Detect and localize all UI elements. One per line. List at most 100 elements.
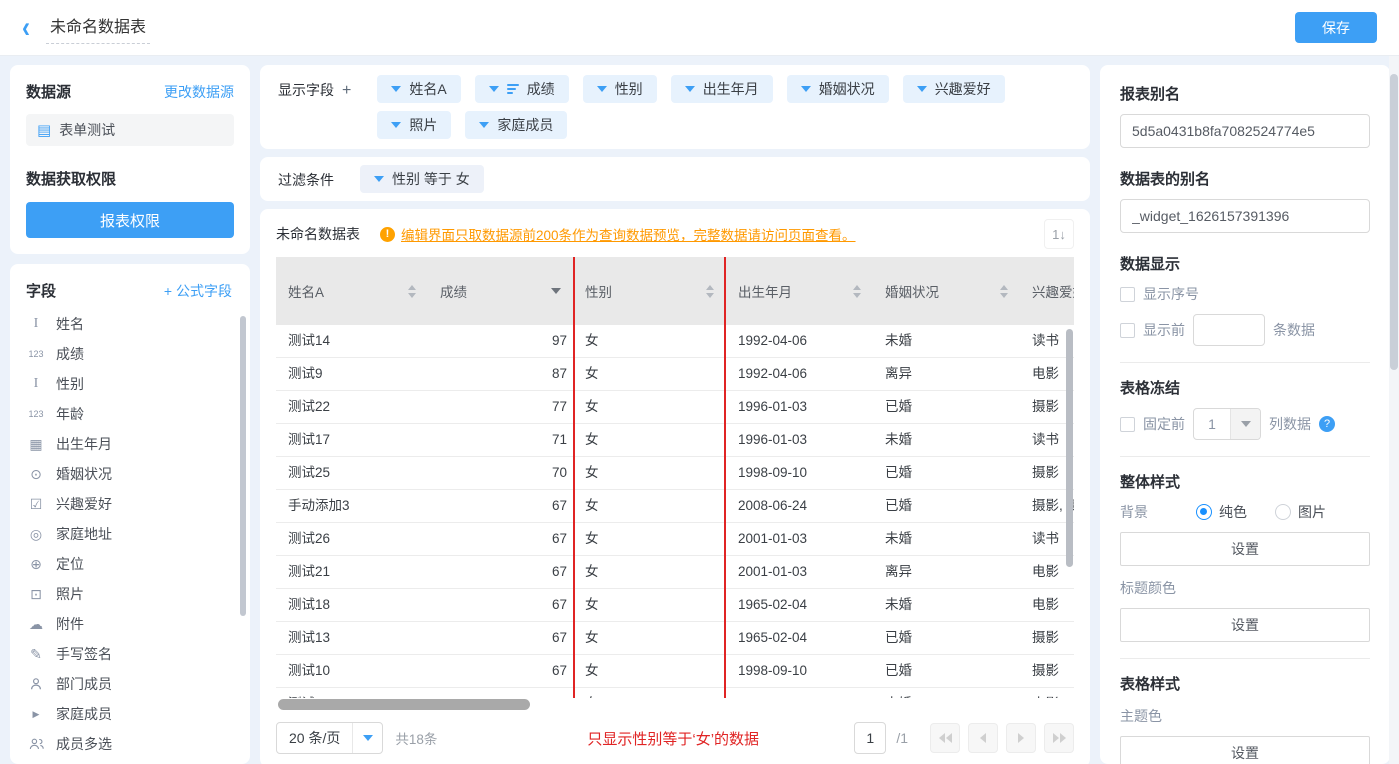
report-alias-input[interactable]: [1120, 114, 1370, 148]
back-icon[interactable]: ‹: [22, 13, 30, 43]
background-set-button[interactable]: 设置: [1120, 532, 1370, 566]
filter-label: 过滤条件: [278, 165, 334, 193]
radio-checked-icon[interactable]: [1196, 504, 1212, 520]
field-item[interactable]: I性别: [26, 369, 238, 399]
fields-title: 字段: [26, 280, 56, 301]
save-button[interactable]: 保存: [1295, 12, 1377, 43]
scrollbar-thumb[interactable]: [1390, 74, 1398, 370]
field-item[interactable]: ☑兴趣爱好: [26, 489, 238, 519]
chevron-down-icon: [391, 86, 401, 92]
permission-title: 数据获取权限: [26, 168, 234, 189]
column-header[interactable]: 姓名A: [276, 257, 428, 325]
table-cell: 离异: [873, 556, 1020, 588]
show-first-row: 显示前 条数据: [1120, 314, 1370, 346]
display-field-tag[interactable]: 性别: [583, 75, 657, 103]
field-item[interactable]: 123成绩: [26, 339, 238, 369]
field-item[interactable]: 部门成员: [26, 669, 238, 699]
scrollbar-thumb[interactable]: [278, 699, 530, 710]
window-scrollbar[interactable]: [1389, 56, 1399, 764]
column-header[interactable]: 出生年月: [726, 257, 873, 325]
table-cell: 女: [573, 589, 726, 621]
report-permission-button[interactable]: 报表权限: [26, 202, 234, 238]
help-icon[interactable]: ?: [1319, 416, 1335, 432]
chevron-down-icon: [801, 86, 811, 92]
next-page-button[interactable]: [1006, 723, 1036, 753]
table-cell: 女: [573, 490, 726, 522]
page-title[interactable]: 未命名数据表: [46, 11, 150, 44]
image-option[interactable]: 图片: [1275, 502, 1326, 522]
column-header[interactable]: 成绩: [428, 257, 573, 325]
display-field-tag[interactable]: 家庭成员: [465, 111, 567, 139]
field-item[interactable]: ✎手写签名: [26, 639, 238, 669]
display-field-tag[interactable]: 成绩: [475, 75, 569, 103]
field-item[interactable]: ◎家庭地址: [26, 519, 238, 549]
change-datasource-link[interactable]: 更改数据源: [164, 82, 234, 102]
field-item[interactable]: ⊡照片: [26, 579, 238, 609]
fields-list: I姓名123成绩I性别123年龄▦出生年月⊙婚姻状况☑兴趣爱好◎家庭地址⊕定位⊡…: [26, 309, 238, 759]
table-cell: 测试18: [276, 589, 428, 621]
table-cell: 摄影: [1020, 622, 1074, 654]
solid-color-option[interactable]: 纯色: [1196, 502, 1247, 522]
field-item[interactable]: ⊙婚姻状况: [26, 459, 238, 489]
field-item[interactable]: ☁附件: [26, 609, 238, 639]
add-display-field-button[interactable]: +: [342, 82, 351, 99]
column-header[interactable]: 兴趣爱好: [1020, 257, 1074, 325]
show-index-checkbox[interactable]: [1120, 287, 1135, 302]
tag-label: 成绩: [527, 79, 555, 99]
title-color-set-button[interactable]: 设置: [1120, 608, 1370, 642]
column-header[interactable]: 性别: [573, 257, 726, 325]
add-formula-field-link[interactable]: + 公式字段: [164, 281, 232, 301]
row-order-button[interactable]: 1↓: [1044, 219, 1074, 249]
field-item[interactable]: ▶家庭成员: [26, 699, 238, 729]
table-row: 测试1067女1998-09-10已婚摄影: [276, 655, 1074, 688]
table-horizontal-scrollbar[interactable]: [276, 699, 1074, 711]
display-field-tag[interactable]: 出生年月: [671, 75, 773, 103]
display-field-tag[interactable]: 姓名A: [377, 75, 460, 103]
column-header[interactable]: 婚姻状况: [873, 257, 1020, 325]
current-page-input[interactable]: 1: [854, 722, 886, 754]
topbar: ‹ 未命名数据表 保存: [0, 0, 1399, 56]
sort-icon[interactable]: [1000, 285, 1008, 298]
table-row: 测试1867女1965-02-04未婚电影: [276, 589, 1074, 622]
table-cell: 1998-09-10: [726, 655, 873, 687]
radio-field-icon: ⊙: [26, 466, 46, 483]
prev-page-button[interactable]: [968, 723, 998, 753]
sort-descending-icon[interactable]: [551, 288, 561, 294]
sort-icon[interactable]: [408, 285, 416, 298]
sort-icon[interactable]: [853, 285, 861, 298]
table-cell: 2001-01-03: [726, 556, 873, 588]
filter-tag[interactable]: 性别 等于 女: [360, 165, 484, 193]
table-cell: 测试26: [276, 523, 428, 555]
radio-unchecked-icon[interactable]: [1275, 504, 1291, 520]
field-item-label: 姓名: [56, 314, 84, 334]
field-item[interactable]: 成员多选: [26, 729, 238, 759]
show-first-checkbox[interactable]: [1120, 323, 1135, 338]
display-field-tag[interactable]: 兴趣爱好: [903, 75, 1005, 103]
show-first-count-input[interactable]: [1193, 314, 1265, 346]
display-fields-panel: 显示字段+ 姓名A成绩性别出生年月婚姻状况兴趣爱好照片家庭成员: [260, 65, 1090, 149]
chevron-down-icon: [374, 176, 384, 182]
table-cell: 已婚: [873, 490, 1020, 522]
sort-icon[interactable]: [706, 285, 714, 298]
freeze-checkbox[interactable]: [1120, 417, 1135, 432]
display-field-tag[interactable]: 照片: [377, 111, 451, 139]
first-page-button[interactable]: [930, 723, 960, 753]
table-vertical-scrollbar[interactable]: [1066, 329, 1073, 567]
table-cell: 1998-09-10: [726, 457, 873, 489]
preview-notice: ! 编辑界面只取数据源前200条作为查询数据预览，完整数据请访问页面查看。: [380, 224, 856, 244]
signature-field-icon: ✎: [26, 646, 46, 663]
field-item[interactable]: ⊕定位: [26, 549, 238, 579]
field-item[interactable]: I姓名: [26, 309, 238, 339]
freeze-count-select[interactable]: 1: [1193, 408, 1261, 440]
table-cell: 女: [573, 358, 726, 390]
last-page-button[interactable]: [1044, 723, 1074, 753]
fields-scrollbar[interactable]: [240, 316, 246, 616]
field-item[interactable]: ▦出生年月: [26, 429, 238, 459]
display-field-tag[interactable]: 婚姻状况: [787, 75, 889, 103]
field-item[interactable]: 123年龄: [26, 399, 238, 429]
table-cell: 测试14: [276, 325, 428, 357]
table-alias-input[interactable]: [1120, 199, 1370, 233]
theme-color-set-button[interactable]: 设置: [1120, 736, 1370, 764]
page-size-select[interactable]: 20 条/页: [276, 722, 383, 754]
datasource-item[interactable]: ▤ 表单测试: [26, 114, 234, 146]
